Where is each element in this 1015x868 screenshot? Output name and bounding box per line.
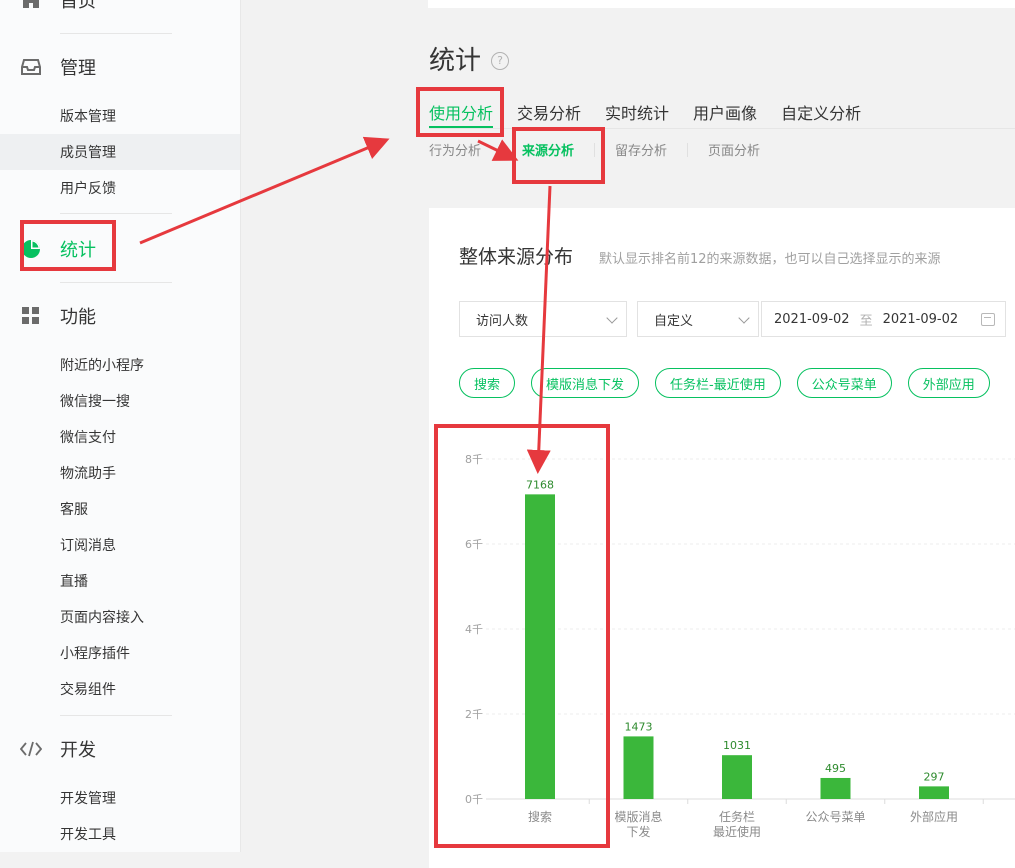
sidebar-item-dev-tools[interactable]: 开发工具 [0, 816, 240, 852]
subtab-retention[interactable]: 留存分析 [615, 140, 667, 159]
tab-custom[interactable]: 自定义分析 [781, 100, 861, 126]
divider [687, 142, 689, 157]
data-label: 297 [924, 770, 945, 783]
tab-trade[interactable]: 交易分析 [517, 100, 581, 126]
annotation-box-stats [20, 220, 116, 271]
sidebar-item-pay[interactable]: 微信支付 [0, 419, 240, 455]
x-tick-label: 任务栏 [719, 809, 755, 824]
sidebar-item-members[interactable]: 成员管理 [0, 134, 240, 170]
data-label: 1031 [723, 739, 751, 752]
sidebar-item-logistics[interactable]: 物流助手 [0, 455, 240, 491]
annotation-box-source-subtab [512, 127, 605, 184]
sidebar-section-features[interactable]: 功能 [20, 300, 96, 332]
x-tick-label: 外部应用 [910, 809, 958, 824]
data-label: 495 [825, 762, 846, 775]
data-label: 1473 [625, 720, 653, 733]
sidebar: 首页 管理 版本管理 成员管理 用户反馈 统计 功能 附近的小程序 微信搜一搜 … [0, 0, 241, 852]
grid-icon [20, 305, 42, 327]
x-tick-label: 模版消息 [614, 809, 662, 824]
bar [722, 755, 752, 799]
bar [820, 777, 851, 799]
divider [60, 213, 172, 214]
sidebar-item-trade[interactable]: 交易组件 [0, 671, 240, 707]
main-content: 统计 ? 使用分析 交易分析 实时统计 用户画像 自定义分析 行为分析 来源分析… [241, 0, 1015, 868]
top-panel [428, 0, 1015, 8]
code-icon [20, 738, 42, 760]
sidebar-item-feedback[interactable]: 用户反馈 [0, 170, 240, 206]
tab-portrait[interactable]: 用户画像 [693, 100, 757, 126]
bar [919, 786, 949, 799]
sidebar-section-label: 管理 [60, 58, 96, 79]
page-title: 统计 ? [429, 40, 510, 77]
annotation-box-usage-tab [416, 87, 504, 137]
sidebar-item-live[interactable]: 直播 [0, 563, 240, 599]
home-icon [20, 0, 42, 11]
sidebar-item-nearby[interactable]: 附近的小程序 [0, 347, 240, 383]
divider [60, 715, 172, 716]
sidebar-section-dev[interactable]: 开发 [20, 733, 96, 765]
sidebar-item-subscribe[interactable]: 订阅消息 [0, 527, 240, 563]
sidebar-section-label: 首页 [60, 0, 96, 12]
subtab-page[interactable]: 页面分析 [708, 140, 760, 159]
help-icon[interactable]: ? [491, 51, 510, 70]
divider [60, 282, 172, 283]
subtab-behavior[interactable]: 行为分析 [429, 140, 481, 159]
inbox-icon [20, 56, 42, 78]
sidebar-item-search[interactable]: 微信搜一搜 [0, 383, 240, 419]
x-tick-label: 最近使用 [713, 824, 761, 839]
sidebar-item-dev-manage[interactable]: 开发管理 [0, 780, 240, 816]
sidebar-item-plugin[interactable]: 小程序插件 [0, 635, 240, 671]
annotation-box-search-bar [434, 424, 610, 848]
x-tick-label: 下发 [626, 824, 650, 839]
sidebar-section-home[interactable]: 首页 [20, 0, 96, 16]
sidebar-item-content[interactable]: 页面内容接入 [0, 599, 240, 635]
x-tick-label: 公众号菜单 [805, 810, 865, 824]
divider [501, 142, 503, 157]
sidebar-section-manage[interactable]: 管理 [20, 51, 96, 83]
sidebar-item-version[interactable]: 版本管理 [0, 98, 240, 134]
sidebar-item-service[interactable]: 客服 [0, 491, 240, 527]
tab-realtime[interactable]: 实时统计 [605, 100, 669, 126]
divider [60, 33, 172, 34]
sidebar-section-label: 开发 [60, 740, 96, 761]
page-title-text: 统计 [429, 46, 482, 76]
sidebar-section-label: 功能 [60, 307, 96, 328]
bar [623, 736, 654, 799]
